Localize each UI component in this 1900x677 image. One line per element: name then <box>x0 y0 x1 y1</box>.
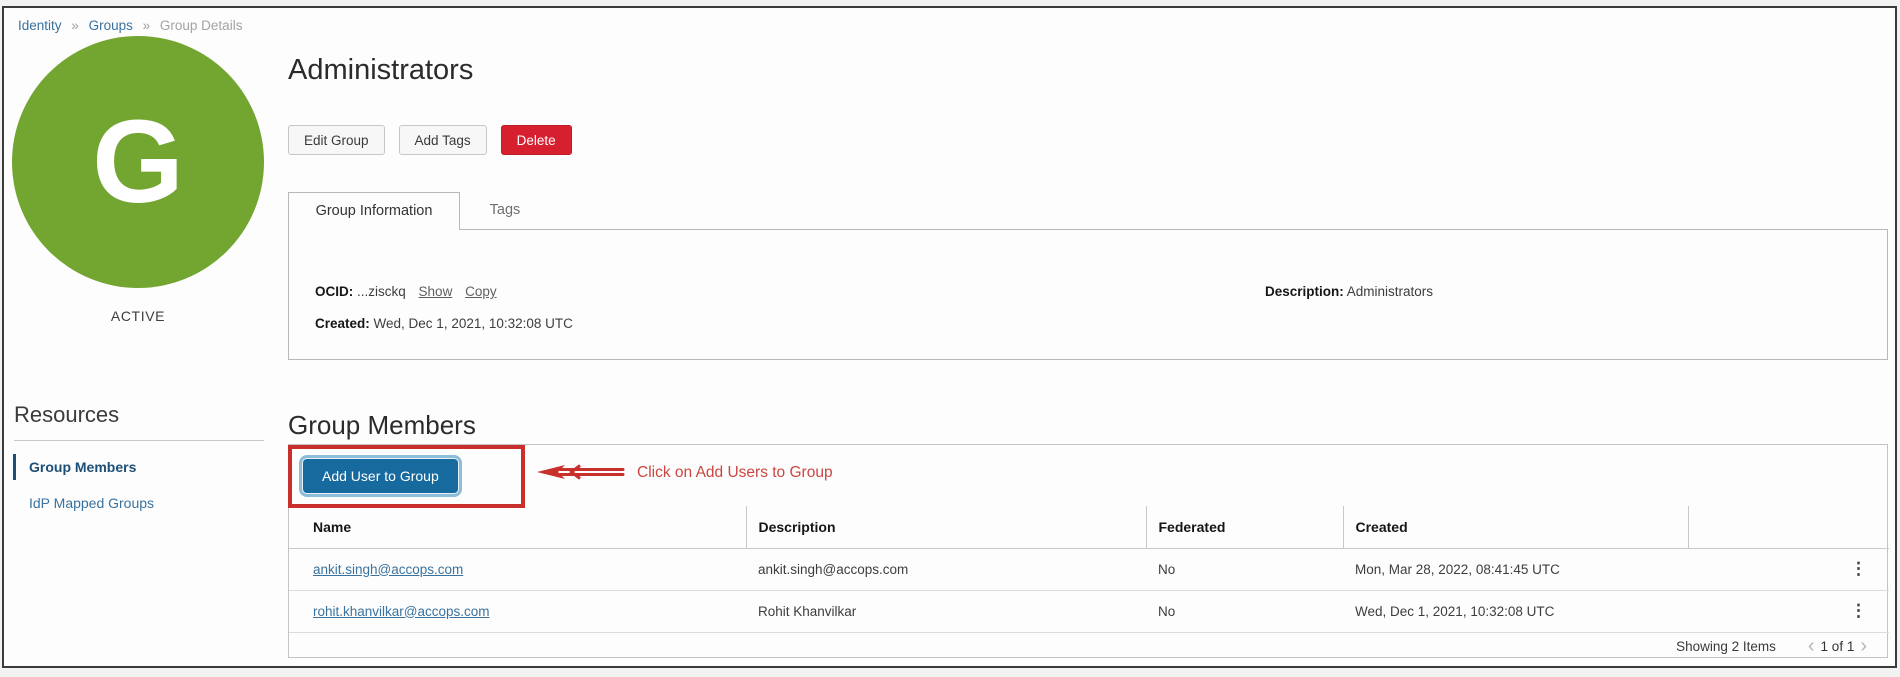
table-row: rohit.khanvilkar@accops.com Rohit Khanvi… <box>289 590 1889 632</box>
group-members-panel: Add User to Group Name Description Feder… <box>288 444 1888 658</box>
member-created: Mon, Mar 28, 2022, 08:41:45 UTC <box>1343 548 1688 590</box>
members-toolbar: Add User to Group <box>289 445 1887 506</box>
member-federated: No <box>1146 590 1343 632</box>
page-frame: Identity » Groups » Group Details G ACTI… <box>2 6 1897 668</box>
table-header-row: Name Description Federated Created <box>289 506 1889 548</box>
pagination-prev-icon[interactable]: ‹ <box>1802 636 1821 656</box>
breadcrumb: Identity » Groups » Group Details <box>18 18 242 33</box>
tab-group-information[interactable]: Group Information <box>288 192 460 230</box>
description-value: Administrators <box>1347 284 1433 299</box>
resources-heading: Resources <box>14 402 119 428</box>
member-name-link[interactable]: rohit.khanvilkar@accops.com <box>313 604 490 619</box>
table-footer: Showing 2 Items ‹ 1 of 1 › <box>289 633 1887 660</box>
ocid-label: OCID: <box>315 284 353 299</box>
column-header-name: Name <box>289 506 746 548</box>
ocid-value: ...zisckq <box>357 284 406 299</box>
column-header-actions <box>1688 506 1889 548</box>
status-label: ACTIVE <box>12 308 264 324</box>
description-row: Description: Administrators <box>1265 282 1433 302</box>
group-avatar-letter: G <box>92 103 184 221</box>
action-buttons: Edit Group Add Tags Delete <box>288 125 572 155</box>
created-row: Created: Wed, Dec 1, 2021, 10:32:08 UTC <box>315 314 573 334</box>
member-description: ankit.singh@accops.com <box>746 548 1146 590</box>
group-information-panel: OCID: ...zisckq Show Copy Created: Wed, … <box>288 229 1888 360</box>
add-user-to-group-button[interactable]: Add User to Group <box>303 459 458 493</box>
description-label: Description: <box>1265 284 1344 299</box>
group-members-heading: Group Members <box>288 410 476 441</box>
annotation-text: Click on Add Users to Group <box>637 464 833 482</box>
breadcrumb-current: Group Details <box>160 18 243 33</box>
member-created: Wed, Dec 1, 2021, 10:32:08 UTC <box>1343 590 1688 632</box>
column-header-federated: Federated <box>1146 506 1343 548</box>
group-members-table: Name Description Federated Created ankit… <box>289 506 1889 633</box>
created-value: Wed, Dec 1, 2021, 10:32:08 UTC <box>374 316 573 331</box>
row-actions-kebab-icon[interactable]: ⋮ <box>1850 601 1867 620</box>
tab-tags[interactable]: Tags <box>460 192 550 230</box>
table-row: ankit.singh@accops.com ankit.singh@accop… <box>289 548 1889 590</box>
add-tags-button[interactable]: Add Tags <box>399 125 487 155</box>
page-title: Administrators <box>288 54 473 87</box>
pagination-next-icon[interactable]: › <box>1854 636 1873 656</box>
group-avatar: G <box>12 36 264 288</box>
ocid-row: OCID: ...zisckq Show Copy <box>315 282 573 302</box>
breadcrumb-groups-link[interactable]: Groups <box>89 18 133 33</box>
resources-divider <box>14 440 264 441</box>
member-description: Rohit Khanvilkar <box>746 590 1146 632</box>
created-label: Created: <box>315 316 370 331</box>
showing-items-label: Showing 2 Items <box>1676 639 1776 654</box>
delete-button[interactable]: Delete <box>501 125 572 155</box>
member-name-link[interactable]: ankit.singh@accops.com <box>313 562 463 577</box>
row-actions-kebab-icon[interactable]: ⋮ <box>1850 559 1867 578</box>
member-federated: No <box>1146 548 1343 590</box>
edit-group-button[interactable]: Edit Group <box>288 125 385 155</box>
ocid-copy-link[interactable]: Copy <box>465 284 497 299</box>
breadcrumb-separator: » <box>143 18 151 33</box>
ocid-show-link[interactable]: Show <box>419 284 453 299</box>
breadcrumb-separator: » <box>71 18 79 33</box>
column-header-description: Description <box>746 506 1146 548</box>
breadcrumb-identity-link[interactable]: Identity <box>18 18 62 33</box>
column-header-created: Created <box>1343 506 1688 548</box>
pagination-page-label: 1 of 1 <box>1821 639 1855 654</box>
sidebar-item-idp-mapped-groups[interactable]: IdP Mapped Groups <box>13 490 154 516</box>
sidebar-item-group-members[interactable]: Group Members <box>13 454 136 480</box>
annotation-arrow-icon <box>535 460 627 484</box>
